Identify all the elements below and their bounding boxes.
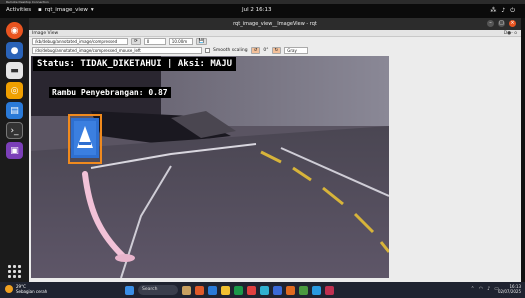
explorer-icon[interactable] xyxy=(221,285,230,295)
camera-image[interactable]: Status: TIDAK_DIKETAHUI | Aksi: MAJU Ram… xyxy=(31,56,389,278)
minimize-icon[interactable]: – xyxy=(487,20,494,27)
firefox-icon[interactable]: ● xyxy=(6,42,23,59)
start-icon[interactable] xyxy=(125,285,134,295)
rhythmbox-icon[interactable]: ◎ xyxy=(6,82,23,99)
topic-select[interactable]: /kb/debug/annotated_image/compressed xyxy=(32,38,128,45)
edge-icon[interactable] xyxy=(208,285,217,295)
app-icon[interactable] xyxy=(325,285,334,295)
windows-tray[interactable]: ⌃ ◠ ♪ ▭ xyxy=(470,286,499,292)
ubuntu-logo-icon[interactable]: ◉ xyxy=(6,22,23,39)
zoom-input[interactable]: 0 xyxy=(143,38,166,45)
app-icon[interactable] xyxy=(234,285,243,295)
chrome-icon[interactable] xyxy=(247,285,256,295)
files-icon[interactable]: ▬ xyxy=(6,62,23,79)
toolbar-row-2: /ds/debug/annotated_image/compressed_mou… xyxy=(29,46,521,55)
weather-widget[interactable]: 29°C Sebagian cerah xyxy=(5,284,47,294)
rotation-label: 0° xyxy=(263,48,269,53)
color-scheme-select[interactable]: Gray xyxy=(284,47,309,54)
power-icon: ⏻ xyxy=(510,7,515,14)
show-apps-icon[interactable] xyxy=(8,265,21,278)
terminal-icon[interactable]: ›_ xyxy=(6,122,23,139)
app-icon[interactable] xyxy=(299,285,308,295)
maximize-icon[interactable]: □ xyxy=(498,20,505,27)
windows-taskbar: 29°C Sebagian cerah Search ⌃ ◠ ♪ ▭ 16:13… xyxy=(0,282,525,298)
app-icon: ▪ xyxy=(38,7,42,13)
wifi-icon: ◠ xyxy=(478,286,484,292)
sun-icon xyxy=(5,285,13,293)
taskbar-clock[interactable]: 16:13 02/07/2025 xyxy=(498,284,521,294)
plugin-title-bar: Image View D●- o xyxy=(29,30,521,37)
activities-button[interactable]: Activities xyxy=(6,7,31,13)
rotate-left-button[interactable]: ↺ xyxy=(250,47,261,54)
search-input[interactable]: Search xyxy=(138,285,178,295)
plugin-controls[interactable]: D●- o xyxy=(504,30,517,37)
app-menu-label: rqt_image_view xyxy=(44,7,88,13)
smooth-scaling-label: Smooth scaling xyxy=(213,48,248,53)
volume-icon: ♪ xyxy=(487,286,491,292)
vscode-icon[interactable] xyxy=(273,285,282,295)
app-icon[interactable] xyxy=(195,285,204,295)
taskbar-date: 02/07/2025 xyxy=(497,289,521,294)
panel-clock[interactable]: Jul 2 16:13 xyxy=(242,7,271,13)
window-controls: – □ × xyxy=(487,20,516,27)
network-icon: ⁂ xyxy=(490,7,497,14)
dock: ◉ ● ▬ ◎ ▤ ›_ ▣ xyxy=(0,18,29,282)
plugin-title: Image View xyxy=(32,31,59,36)
top-panel: Activities ▪ rqt_image_view ▾ Jul 2 16:1… xyxy=(0,4,525,18)
detection-label: Rambu Penyebrangan: 0.87 xyxy=(49,87,171,98)
image-background xyxy=(389,56,521,278)
window-title: rqt_image_view__ImageView - rqt xyxy=(29,18,521,30)
rqt-icon[interactable]: ▣ xyxy=(6,142,23,159)
weather-desc: Sebagian cerah xyxy=(16,289,48,294)
chevron-down-icon: ▾ xyxy=(90,7,94,13)
rqt-window: rqt_image_view__ImageView - rqt – □ × Im… xyxy=(29,18,521,282)
writer-icon[interactable]: ▤ xyxy=(6,102,23,119)
rotate-right-button[interactable]: ↻ xyxy=(271,47,282,54)
taskbar-apps: Search xyxy=(125,285,334,295)
timeout-input[interactable]: 10.00m xyxy=(168,38,193,45)
system-tray[interactable]: ⁂ ♪ ⏻ xyxy=(490,7,515,15)
toolbar-row-1: /kb/debug/annotated_image/compressed ⟳ 0… xyxy=(29,37,521,46)
refresh-button[interactable]: ⟳ xyxy=(131,38,141,45)
publish-topic-input[interactable]: /ds/debug/annotated_image/compressed_mou… xyxy=(32,47,202,54)
volume-icon: ♪ xyxy=(501,7,506,14)
app-icon[interactable] xyxy=(286,285,295,295)
status-overlay: Status: TIDAK_DIKETAHUI | Aksi: MAJU xyxy=(33,57,237,71)
app-icon[interactable] xyxy=(260,285,269,295)
widgets-icon[interactable] xyxy=(182,285,191,295)
app-menu[interactable]: ▪ rqt_image_view ▾ xyxy=(38,7,94,13)
chevron-up-icon: ⌃ xyxy=(470,286,475,292)
app-icon[interactable] xyxy=(312,285,321,295)
save-button[interactable]: 💾 xyxy=(195,38,208,45)
close-icon[interactable]: × xyxy=(509,20,516,27)
smooth-scaling-checkbox[interactable] xyxy=(205,48,210,53)
